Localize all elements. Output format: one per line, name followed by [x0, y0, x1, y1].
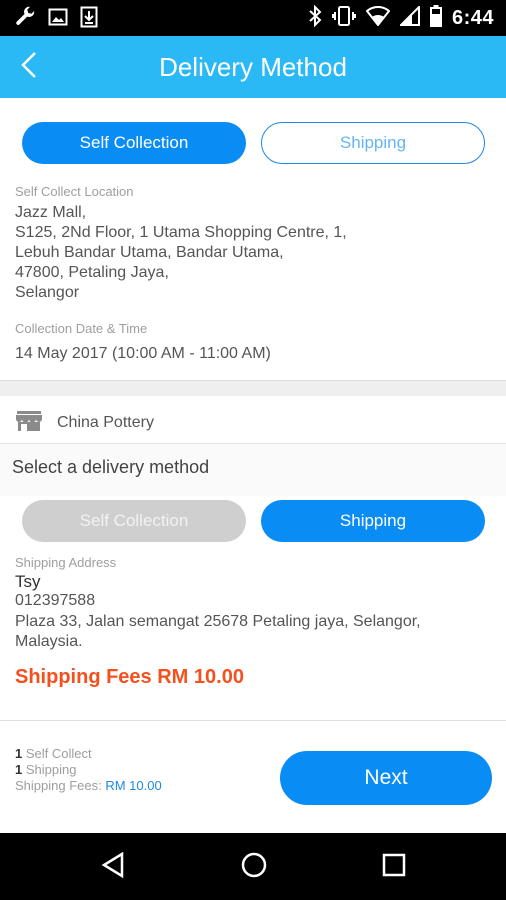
vibrate-icon	[331, 5, 356, 32]
fees-value: RM 10.00	[105, 778, 162, 793]
next-button[interactable]: Next	[280, 751, 492, 805]
image-icon	[48, 7, 68, 32]
datetime-value: 14 May 2017 (10:00 AM - 11:00 AM)	[15, 345, 271, 362]
collection-method-toggle: Self Collection Shipping	[22, 122, 486, 164]
shipping-address: Plaza 33, Jalan semangat 25678 Petaling …	[15, 612, 485, 652]
address-line: Plaza 33, Jalan semangat 25678 Petaling …	[15, 613, 421, 630]
address-line: Lebuh Bandar Utama, Bandar Utama,	[15, 244, 284, 261]
nav-recents-button[interactable]	[378, 851, 410, 883]
page-title: Delivery Method	[159, 52, 347, 82]
notification-icons	[14, 6, 98, 33]
location-label: Self Collect Location	[15, 184, 134, 199]
system-icons: 6:44	[308, 4, 494, 32]
address-line: Selangor	[15, 284, 80, 301]
battery-icon	[429, 5, 442, 32]
shipping-button-selected[interactable]: Shipping	[261, 500, 485, 542]
app-bar: Delivery Method	[0, 36, 506, 98]
shipping-address-label: Shipping Address	[15, 555, 117, 570]
back-triangle-icon	[100, 851, 126, 884]
store-name: China Pottery	[57, 414, 154, 431]
nav-home-button[interactable]	[238, 851, 270, 883]
footer-divider	[0, 720, 506, 721]
delivery-method-toggle: Self Collection Shipping	[22, 500, 486, 542]
fees-label: Shipping Fees:	[15, 778, 106, 793]
summary-shipping: 1 Shipping	[15, 762, 76, 777]
summary-self-collect: 1 Self Collect	[15, 746, 92, 761]
wifi-icon	[365, 6, 391, 31]
select-delivery-heading: Select a delivery method	[0, 444, 506, 496]
address-line: Jazz Mall,	[15, 204, 87, 221]
datetime-label: Collection Date & Time	[15, 321, 148, 336]
nav-back-button[interactable]	[97, 851, 129, 883]
shipping-button[interactable]: Shipping	[261, 122, 485, 164]
recipient-name: Tsy	[15, 572, 41, 591]
status-time: 6:44	[451, 7, 494, 29]
store-icon	[16, 410, 42, 437]
wrench-icon	[14, 6, 36, 33]
self-collection-button-disabled[interactable]: Self Collection	[22, 500, 246, 542]
address-line: S125, 2Nd Floor, 1 Utama Shopping Centre…	[15, 224, 347, 241]
address-line: Malaysia.	[15, 633, 83, 650]
status-bar: 6:44	[0, 0, 506, 36]
self-collect-text: Self Collect	[22, 746, 92, 761]
self-collection-button[interactable]: Self Collection	[22, 122, 246, 164]
select-delivery-label: Select a delivery method	[12, 457, 210, 477]
summary-fees: Shipping Fees: RM 10.00	[15, 778, 162, 793]
section-divider	[0, 380, 506, 396]
shipping-text: Shipping	[22, 762, 77, 777]
bluetooth-icon	[308, 4, 322, 32]
shipping-fees: Shipping Fees RM 10.00	[15, 666, 244, 688]
recents-square-icon	[381, 852, 407, 883]
signal-icon	[398, 4, 420, 31]
recipient-phone: 012397588	[15, 592, 96, 609]
location-address: Jazz Mall, S125, 2Nd Floor, 1 Utama Shop…	[15, 203, 347, 303]
address-line: 47800, Petaling Jaya,	[15, 264, 169, 281]
store-header: China Pottery	[0, 396, 506, 444]
navigation-bar	[0, 833, 506, 900]
download-icon	[80, 6, 98, 33]
home-circle-icon	[240, 851, 268, 884]
